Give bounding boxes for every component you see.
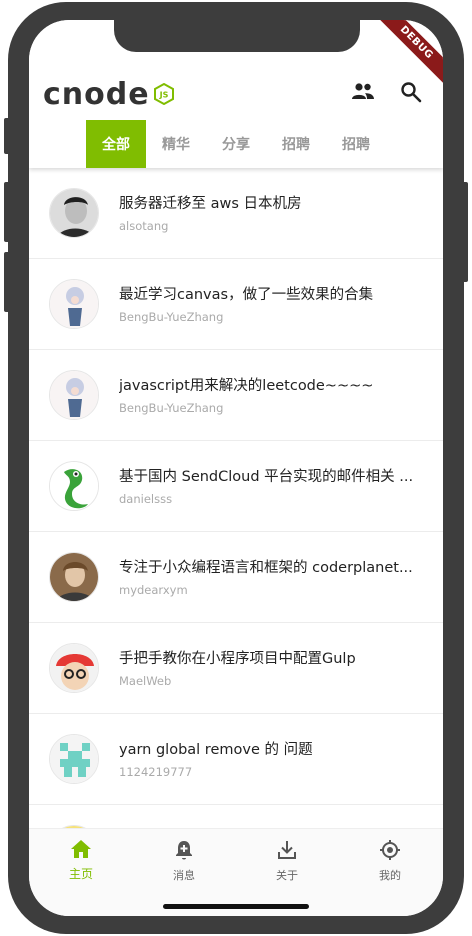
list-item-text: 专注于小众编程语言和框架的 coderplanet... mydearxym: [119, 556, 429, 597]
volume-up-button: [4, 182, 10, 242]
list-item[interactable]: javascript用来解决的leetcode~~~~ BengBu-YueZh…: [29, 350, 443, 441]
nav-home[interactable]: 主页: [41, 839, 121, 882]
app-screen: DEBUG cnode JS 全部 精华 分享 招聘 招聘 服务器迁移至 aws…: [29, 20, 443, 916]
nav-messages[interactable]: 消息: [144, 839, 224, 883]
topic-author: alsotang: [119, 219, 169, 233]
nav-about[interactable]: 关于: [247, 839, 327, 883]
nav-label: 我的: [379, 869, 401, 882]
power-button: [462, 182, 468, 282]
topic-title: javascript用来解决的leetcode~~~~: [119, 378, 374, 394]
notch: [114, 20, 360, 52]
topic-list: 服务器迁移至 aws 日本机房 alsotang 最近学习canvas，做了一些…: [29, 168, 443, 828]
bottom-navigation: 主页 消息 关于 我的: [29, 828, 443, 916]
avatar: [49, 643, 99, 693]
list-item[interactable]: 专注于小众编程语言和框架的 coderplanet... mydearxym: [29, 532, 443, 623]
topic-author: BengBu-YueZhang: [119, 401, 224, 415]
topic-author: danielsss: [119, 492, 173, 506]
topic-author: BengBu-YueZhang: [119, 310, 224, 324]
nodejs-hex-icon: JS: [153, 82, 174, 106]
list-item[interactable]: 基于国内 SendCloud 平台实现的邮件相关 ... danielsss: [29, 441, 443, 532]
topic-tabs: 全部 精华 分享 招聘 招聘: [86, 120, 386, 168]
list-item[interactable]: yarn global remove 的 问题 1124219777: [29, 714, 443, 805]
home-indicator: [163, 904, 309, 909]
topic-title: 服务器迁移至 aws 日本机房: [119, 196, 302, 212]
avatar: [49, 370, 99, 420]
list-item[interactable]: [29, 805, 443, 828]
list-item-text: javascript用来解决的leetcode~~~~ BengBu-YueZh…: [119, 374, 429, 415]
bell-icon: [174, 841, 194, 865]
list-item[interactable]: 最近学习canvas，做了一些效果的合集 BengBu-YueZhang: [29, 259, 443, 350]
list-item-text: 手把手教你在小程序项目中配置Gulp MaelWeb: [119, 647, 429, 688]
list-item-text: 基于国内 SendCloud 平台实现的邮件相关 ... danielsss: [119, 465, 429, 506]
side-button: [4, 118, 10, 154]
list-item-text: 服务器迁移至 aws 日本机房 alsotang: [119, 192, 429, 233]
avatar: [49, 279, 99, 329]
nav-label: 消息: [173, 869, 195, 882]
list-item-text: 最近学习canvas，做了一些效果的合集 BengBu-YueZhang: [119, 283, 429, 324]
download-icon: [276, 841, 298, 865]
list-item[interactable]: 手把手教你在小程序项目中配置Gulp MaelWeb: [29, 623, 443, 714]
topic-author: MaelWeb: [119, 674, 172, 688]
tab-all[interactable]: 全部: [86, 120, 146, 168]
topic-title: yarn global remove 的 问题: [119, 742, 313, 758]
search-icon[interactable]: [397, 78, 425, 106]
logo-text: cnode: [43, 76, 150, 112]
tab-job-2[interactable]: 招聘: [326, 120, 386, 168]
topic-author: mydearxym: [119, 583, 188, 597]
topic-title: 基于国内 SendCloud 平台实现的邮件相关 ...: [119, 469, 414, 485]
cnode-logo: cnode JS: [43, 76, 174, 112]
tab-job[interactable]: 招聘: [266, 120, 326, 168]
list-item-text: yarn global remove 的 问题 1124219777: [119, 738, 429, 779]
topic-title: 专注于小众编程语言和框架的 coderplanet...: [119, 560, 413, 576]
people-icon[interactable]: [349, 78, 377, 106]
avatar: [49, 188, 99, 238]
volume-down-button: [4, 252, 10, 312]
nav-label: 关于: [276, 869, 298, 882]
list-item[interactable]: 服务器迁移至 aws 日本机房 alsotang: [29, 168, 443, 259]
tab-good[interactable]: 精华: [146, 120, 206, 168]
home-icon: [70, 840, 92, 863]
tab-share[interactable]: 分享: [206, 120, 266, 168]
nav-label: 主页: [68, 867, 93, 881]
topic-title: 最近学习canvas，做了一些效果的合集: [119, 287, 374, 303]
avatar: [49, 552, 99, 602]
avatar: [49, 734, 99, 784]
topic-author: 1124219777: [119, 765, 193, 779]
logo-badge: JS: [158, 91, 168, 100]
nav-mine[interactable]: 我的: [350, 839, 430, 883]
location-icon: [379, 840, 401, 865]
topic-title: 手把手教你在小程序项目中配置Gulp: [119, 651, 356, 667]
avatar: [49, 461, 99, 511]
